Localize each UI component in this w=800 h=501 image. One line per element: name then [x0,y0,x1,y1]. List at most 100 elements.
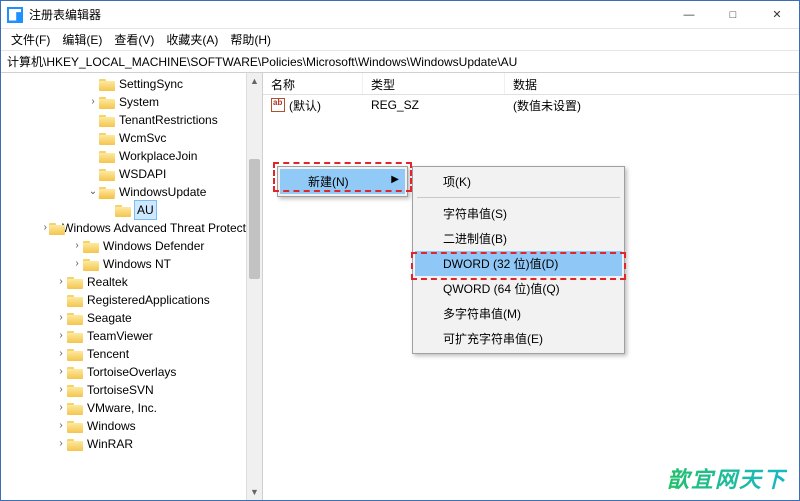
ctx-new[interactable]: 新建(N) ▶ [280,169,405,194]
value-type: REG_SZ [363,98,505,112]
values-list[interactable]: (默认)REG_SZ(数值未设置) [263,95,799,115]
string-value-icon [271,98,285,112]
tree-node-label: Windows Defender [103,237,204,255]
scroll-thumb[interactable] [249,159,260,279]
expand-icon[interactable]: › [87,93,99,111]
folder-icon [67,384,83,397]
ctx-sub-item[interactable]: DWORD (32 位)值(D) [415,251,622,276]
tree-node-label: WSDAPI [119,165,166,183]
tree-node[interactable]: ›TortoiseSVN [1,381,262,399]
tree-node[interactable]: ·TenantRestrictions [1,111,262,129]
folder-icon [83,258,99,271]
minimize-button[interactable]: — [667,1,711,28]
regedit-icon [7,7,23,23]
tree-node-label: SettingSync [119,75,183,93]
tree-node-label: TortoiseOverlays [87,363,176,381]
menu-edit[interactable]: 编辑(E) [56,29,108,50]
tree-node[interactable]: ⌄ WindowsUpdate [1,183,262,201]
tree-node[interactable]: ›Tencent [1,345,262,363]
tree-node-label: Realtek [87,273,128,291]
tree-node[interactable]: ·SettingSync [1,75,262,93]
tree-node[interactable]: ›TeamViewer [1,327,262,345]
tree-node[interactable]: ·RegisteredApplications [1,291,262,309]
menu-favorites[interactable]: 收藏夹(A) [160,29,224,50]
expand-icon[interactable]: › [55,417,67,435]
ctx-sub-item[interactable]: 二进制值(B) [415,226,622,251]
client-area: ·SettingSync›System·TenantRestrictions·W… [1,73,799,500]
folder-icon [83,240,99,253]
expand-icon[interactable]: › [55,327,67,345]
tree-node[interactable]: ›System [1,93,262,111]
tree-node[interactable]: › Windows Defender [1,237,262,255]
titlebar: 注册表编辑器 — □ ✕ [1,1,799,29]
tree-node[interactable]: › Seagate [1,309,262,327]
tree-node[interactable]: › Realtek [1,273,262,291]
ctx-new-label: 新建(N) [308,175,349,189]
collapse-icon[interactable]: ⌄ [87,183,99,201]
tree-node[interactable]: ›Windows NT [1,255,262,273]
expand-icon[interactable]: › [55,363,67,381]
menu-view[interactable]: 查看(V) [108,29,160,50]
address-bar[interactable]: 计算机\HKEY_LOCAL_MACHINE\SOFTWARE\Policies… [1,51,799,73]
ctx-sub-item[interactable]: 多字符串值(M) [415,301,622,326]
expand-icon[interactable]: › [71,237,83,255]
ctx-sub-item[interactable]: 可扩充字符串值(E) [415,326,622,351]
ctx-sub-item[interactable]: 字符串值(S) [415,201,622,226]
folder-icon [99,186,115,199]
expand-icon[interactable]: › [55,309,67,327]
menubar: 文件(F) 编辑(E) 查看(V) 收藏夹(A) 帮助(H) [1,29,799,51]
ctx-sub-label: 多字符串值(M) [443,307,521,321]
expand-icon[interactable]: › [55,435,67,453]
maximize-button[interactable]: □ [711,1,755,28]
col-data[interactable]: 数据 [505,73,799,94]
tree-node[interactable]: ›VMware, Inc. [1,399,262,417]
folder-icon [99,78,115,91]
submenu-arrow-icon: ▶ [391,174,399,185]
tree-node[interactable]: ·AU [1,201,262,219]
regedit-window: 注册表编辑器 — □ ✕ 文件(F) 编辑(E) 查看(V) 收藏夹(A) 帮助… [0,0,800,501]
tree-scrollbar[interactable]: ▲ ▼ [246,73,262,500]
list-header: 名称 类型 数据 [263,73,799,95]
tree-node-label: WinRAR [87,435,133,453]
col-type[interactable]: 类型 [363,73,505,94]
expand-icon[interactable]: › [55,345,67,363]
folder-icon [99,114,115,127]
tree-node[interactable]: ·WcmSvc [1,129,262,147]
expand-icon[interactable]: › [71,255,83,273]
window-title: 注册表编辑器 [29,6,667,23]
tree-node-label: TenantRestrictions [119,111,218,129]
col-name[interactable]: 名称 [263,73,363,94]
ctx-sub-label: 二进制值(B) [443,232,507,246]
tree-node-label: Seagate [87,309,132,327]
ctx-sub-label: 字符串值(S) [443,207,507,221]
expand-icon[interactable]: › [55,399,67,417]
tree-node[interactable]: ›Windows [1,417,262,435]
folder-icon [99,132,115,145]
value-row[interactable]: (默认)REG_SZ(数值未设置) [263,95,799,115]
context-menu-new: 新建(N) ▶ [277,166,408,197]
scroll-down-icon[interactable]: ▼ [247,484,262,500]
ctx-sub-item[interactable]: QWORD (64 位)值(Q) [415,276,622,301]
folder-icon [67,402,83,415]
expand-icon[interactable]: › [42,219,49,237]
tree-node[interactable]: ›Windows Advanced Threat Protection [1,219,262,237]
registry-tree[interactable]: ·SettingSync›System·TenantRestrictions·W… [1,73,262,455]
expand-icon[interactable]: › [55,273,67,291]
menu-separator [417,197,620,198]
menu-file[interactable]: 文件(F) [5,29,56,50]
value-name: (默认) [289,97,321,114]
folder-icon [67,276,83,289]
scroll-up-icon[interactable]: ▲ [247,73,262,89]
menu-help[interactable]: 帮助(H) [224,29,277,50]
folder-icon [67,420,83,433]
tree-node-label: WorkplaceJoin [119,147,197,165]
tree-node[interactable]: ·WSDAPI [1,165,262,183]
close-button[interactable]: ✕ [755,1,799,28]
expand-icon[interactable]: › [55,381,67,399]
tree-node[interactable]: › TortoiseOverlays [1,363,262,381]
ctx-sub-item[interactable]: 项(K) [415,169,622,194]
tree-node-label: WindowsUpdate [119,183,206,201]
tree-node[interactable]: ·WorkplaceJoin [1,147,262,165]
folder-icon [99,96,115,109]
tree-node[interactable]: › WinRAR [1,435,262,453]
